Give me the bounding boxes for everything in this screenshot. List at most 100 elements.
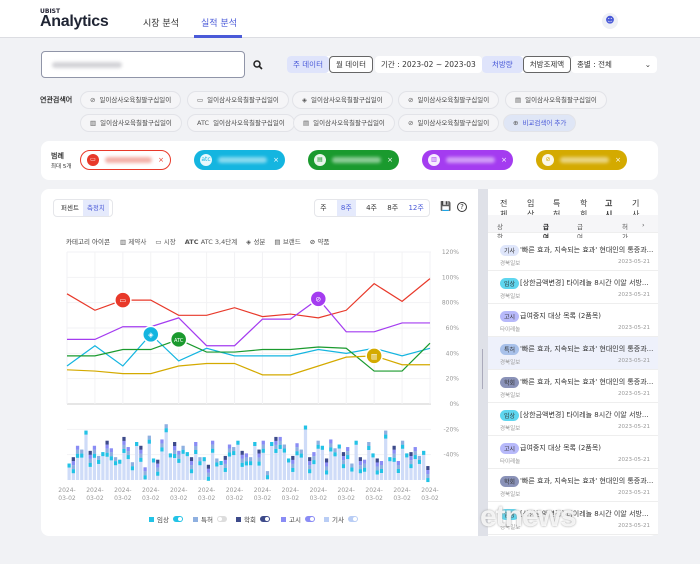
bar-segment <box>405 453 409 458</box>
bar-segment <box>400 440 405 445</box>
news-item[interactable]: 학회 '빠른 효과, 지속되는 효과' 현대인의 통증과... 경북일보 2023-0… <box>488 469 658 502</box>
legend-tag[interactable]: ▥ × <box>422 150 513 170</box>
bar-segment <box>409 460 413 465</box>
percent-button[interactable]: 퍼센트 <box>57 200 83 216</box>
toggle-switch[interactable] <box>173 516 183 522</box>
bar-segment <box>143 467 147 472</box>
stacked-bar <box>147 435 151 480</box>
brand-logo[interactable]: Analytics <box>40 13 109 31</box>
bar-segment <box>308 465 312 470</box>
bar-segment <box>177 450 181 455</box>
related-chip[interactable]: ◈ 일이삼사오육칠팔구십일이 <box>292 91 393 109</box>
related-chip[interactable]: ▥ 일이삼사오육칠팔구십일이 <box>80 114 182 132</box>
save-icon[interactable]: 💾 <box>440 202 451 212</box>
panel-splitter[interactable] <box>478 189 488 536</box>
news-item[interactable]: 고시 급여중지 대상 목록 (2품목) 타이레놀 2023-05-21 <box>488 304 658 337</box>
nav-market-analysis[interactable]: 시장 분석 <box>143 16 179 29</box>
stacked-bar <box>164 424 168 480</box>
legend-tag-label-blurred <box>332 157 382 163</box>
period-option[interactable]: 8주 <box>387 200 398 216</box>
search-input[interactable] <box>41 51 263 78</box>
stacked-bar <box>240 450 244 480</box>
series-marker ingredient-icon[interactable]: ◈ <box>142 325 160 344</box>
close-icon[interactable]: × <box>158 156 164 164</box>
related-chip[interactable]: ⊘ 일이삼사오육칠팔구십일이 <box>80 91 182 109</box>
news-source: 경북일보 <box>500 360 521 366</box>
value-mode-toggle: 퍼센트 측정치 <box>53 199 113 217</box>
period-option[interactable]: 8주 <box>336 200 356 216</box>
news-item[interactable]: 임상 [상한금액변경] 타이레놀 8시간 이알 서방... 경북일보 2023-05-… <box>488 403 658 436</box>
series-marker pill-icon[interactable]: ⊘ <box>309 290 328 308</box>
month-data-button[interactable]: 월 데이터 <box>328 56 373 73</box>
legend-tag[interactable]: ▭ × <box>80 150 171 170</box>
series-marker atc-icon[interactable]: ATC <box>169 330 188 349</box>
search-icon[interactable] <box>253 60 263 70</box>
bar-segment <box>392 453 396 458</box>
stacked-bar <box>413 447 417 480</box>
close-icon[interactable]: × <box>501 156 507 164</box>
stacked-bar <box>299 449 303 480</box>
legend-tag[interactable]: ▤ × <box>308 150 399 170</box>
bar-segment <box>118 459 122 464</box>
market-icon: ▭ <box>87 154 99 166</box>
bar-segment <box>324 466 329 471</box>
prescription-amount-button[interactable]: 처방조제액 <box>522 56 572 73</box>
bar-segment <box>194 442 198 446</box>
add-compare-button[interactable]: ⊕ 비교검색어 추가 <box>503 114 577 132</box>
related-chip[interactable]: ▭ 일이삼사오육칠팔구십일이 <box>187 91 289 109</box>
stacked-bar <box>392 445 396 480</box>
news-item[interactable]: 고시 급여중지 대상 목록 (2품목) 타이레놀 2023-05-21 <box>488 436 658 469</box>
period-option[interactable]: 12주 <box>408 200 423 216</box>
bar-segment-article <box>101 452 105 480</box>
bar-segment <box>227 448 232 453</box>
week-data-button[interactable]: 주 데이터 <box>287 56 329 73</box>
legend-tag[interactable]: atc × <box>194 150 285 170</box>
close-icon[interactable]: × <box>615 156 621 164</box>
close-icon[interactable]: × <box>273 156 279 164</box>
news-item[interactable]: 학회 '빠른 효과, 지속되는 효과' 현대인의 통증과... 경북일보 2023-0… <box>488 370 658 403</box>
bar-segment-article <box>422 450 426 480</box>
bar-segment <box>261 448 265 453</box>
type-select[interactable]: 종별 : 전체 ⌄ <box>571 56 657 73</box>
atc-icon: atc <box>200 154 212 166</box>
period-option[interactable]: 주 <box>320 200 326 216</box>
news-item[interactable]: 임상 [상한금액변경] 타이레놀 8시간 이알 서방... 경북일보 2023-05-… <box>488 271 658 304</box>
news-item[interactable]: 특허 '빠른 효과, 지속되는 효과' 현대인의 통증과... 경북일보 2023-0… <box>488 337 658 370</box>
bar-legend-item[interactable]: 학회 <box>236 515 270 524</box>
x-tick-label: 2024-03-02 <box>393 487 411 502</box>
related-chip[interactable]: ▤ 일이삼사오육칠팔구십일이 <box>293 114 395 132</box>
toggle-switch[interactable] <box>260 516 270 522</box>
bar-segment <box>113 461 118 466</box>
legend-sublabel: 최대 5개 <box>51 164 72 170</box>
bar-segment <box>198 461 202 466</box>
legend-tag-label-blurred <box>105 157 153 163</box>
toggle-switch[interactable] <box>348 516 358 522</box>
chevron-right-icon[interactable]: › <box>642 221 645 229</box>
toggle-switch[interactable] <box>305 516 315 522</box>
bar-legend-item[interactable]: 기사 <box>324 515 358 524</box>
prescription-volume-button[interactable]: 처방량 <box>482 56 523 73</box>
measured-button[interactable]: 측정치 <box>82 200 109 216</box>
bar-segment <box>92 449 97 454</box>
bar-segment <box>105 444 109 449</box>
related-chip[interactable]: ▤ 일이삼사오육칠팔구십일이 <box>505 91 607 109</box>
legend-tag[interactable]: ⊘ × <box>536 150 627 170</box>
bar-segment <box>189 469 194 474</box>
bar-legend-item[interactable]: 임상 <box>149 515 183 524</box>
series-marker market-icon[interactable]: ▭ <box>114 291 132 309</box>
user-icon[interactable]: ☻ <box>602 13 618 29</box>
news-item[interactable]: 기사 '빠른 효과, 지속되는 효과' 현대인의 통증과... 경북일보 2023-0… <box>488 238 658 271</box>
bar-legend-item[interactable]: 고시 <box>281 516 315 524</box>
related-chip[interactable]: ⊘ 일이삼사오육칠팔구십일이 <box>398 114 500 132</box>
related-chip[interactable]: ATC 일이삼사오육칠팔구십일이 <box>187 114 295 132</box>
period-option[interactable]: 4주 <box>366 200 377 216</box>
period-picker[interactable]: 기간 : 2023-02 ~ 2023-03 <box>375 56 482 73</box>
toggle-switch[interactable] <box>217 516 227 522</box>
bar-legend-item[interactable]: 특허 <box>193 515 227 524</box>
bar-segment-article <box>135 442 139 480</box>
nav-performance-analysis[interactable]: 실적 분석 <box>201 16 237 29</box>
series-marker company-icon[interactable]: ▥ <box>365 347 383 365</box>
close-icon[interactable]: × <box>387 156 393 164</box>
help-icon[interactable]: ? <box>457 202 467 212</box>
related-chip[interactable]: ⊘ 일이삼사오육칠팔구십일이 <box>398 91 500 109</box>
